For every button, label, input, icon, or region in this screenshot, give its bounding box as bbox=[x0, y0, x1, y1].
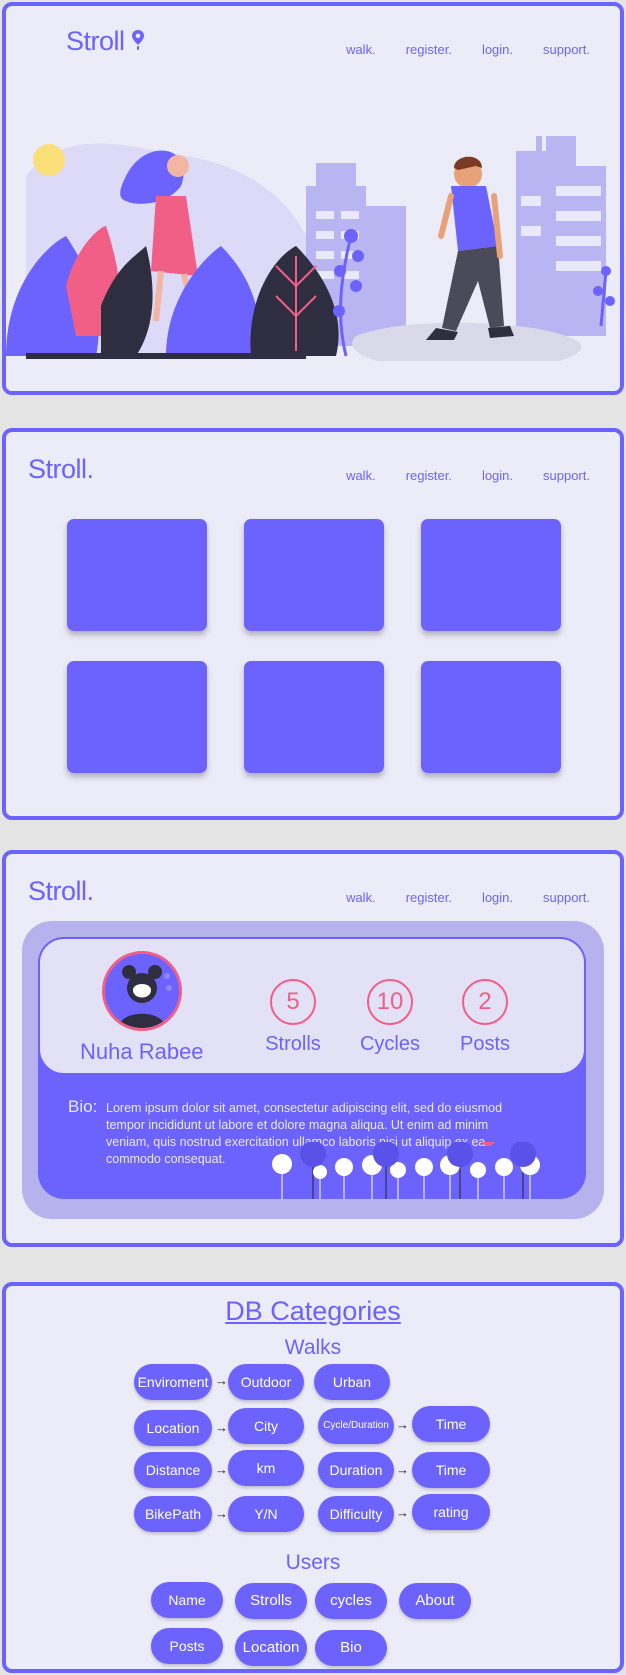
profile-card: Nuha Rabee 5 Strolls 10 Cycles 2 Posts B… bbox=[38, 937, 586, 1199]
pill-city[interactable]: City bbox=[228, 1408, 304, 1444]
nav-register[interactable]: register. bbox=[406, 890, 452, 905]
pill-cycle-duration[interactable]: Cycle/Duration bbox=[318, 1408, 394, 1444]
walk-card[interactable] bbox=[421, 519, 561, 631]
hero-illustration bbox=[6, 136, 620, 391]
nav-register[interactable]: register. bbox=[406, 42, 452, 57]
nav-support[interactable]: support. bbox=[543, 468, 590, 483]
nav-support[interactable]: support. bbox=[543, 42, 590, 57]
logo-text: Stroll bbox=[66, 26, 125, 56]
nav-login[interactable]: login. bbox=[482, 890, 513, 905]
stat-label: Cycles bbox=[359, 1033, 420, 1055]
decorative-trees-illustration bbox=[272, 1142, 540, 1199]
pill-rating[interactable]: rating bbox=[412, 1494, 490, 1530]
top-nav: walk. register. login. support. bbox=[346, 42, 590, 57]
bio-label: Bio: bbox=[68, 1097, 98, 1116]
nav-login[interactable]: login. bbox=[482, 42, 513, 57]
pill-distance[interactable]: Distance bbox=[134, 1452, 212, 1488]
top-nav: walk. register. login. support. bbox=[346, 890, 590, 905]
walk-card[interactable] bbox=[244, 661, 384, 773]
profile-container: Nuha Rabee 5 Strolls 10 Cycles 2 Posts B… bbox=[22, 921, 604, 1219]
nav-login[interactable]: login. bbox=[482, 468, 513, 483]
db-title: DB Categories bbox=[225, 1296, 401, 1326]
arrow-icon: → bbox=[215, 1373, 228, 1388]
arrow-icon: → bbox=[215, 1462, 228, 1477]
location-pin-icon bbox=[131, 30, 144, 50]
pill-name[interactable]: Name bbox=[151, 1582, 223, 1618]
pill-posts[interactable]: Posts bbox=[151, 1628, 223, 1664]
sun-icon bbox=[33, 144, 65, 176]
pill-duration[interactable]: Duration bbox=[318, 1452, 394, 1488]
walk-card[interactable] bbox=[244, 519, 384, 631]
profile-panel: Stroll. walk. register. login. support. bbox=[2, 850, 624, 1247]
walks-title: Walks bbox=[284, 1336, 342, 1359]
stat-posts: 2 Posts bbox=[440, 979, 530, 1056]
pill-difficulty[interactable]: Difficulty bbox=[318, 1496, 394, 1532]
nav-register[interactable]: register. bbox=[406, 468, 452, 483]
arrow-icon: → bbox=[396, 1417, 409, 1432]
pill-time[interactable]: Time bbox=[412, 1452, 490, 1488]
nav-walk[interactable]: walk. bbox=[346, 890, 376, 905]
avatar-person-icon bbox=[105, 954, 179, 1028]
walk-card[interactable] bbox=[67, 519, 207, 631]
pill-km[interactable]: km bbox=[228, 1450, 304, 1486]
pill-cycles[interactable]: cycles bbox=[315, 1583, 387, 1619]
pill-time[interactable]: Time bbox=[412, 1406, 490, 1442]
logo[interactable]: Stroll bbox=[66, 26, 144, 57]
walk-card[interactable] bbox=[421, 661, 561, 773]
nav-support[interactable]: support. bbox=[543, 890, 590, 905]
nav-walk[interactable]: walk. bbox=[346, 468, 376, 483]
pill-enviroment[interactable]: Enviroment bbox=[134, 1364, 212, 1400]
user-name: Nuha Rabee bbox=[80, 1039, 204, 1064]
profile-header: Nuha Rabee 5 Strolls 10 Cycles 2 Posts bbox=[38, 937, 586, 1075]
pill-yn[interactable]: Y/N bbox=[228, 1496, 304, 1532]
pill-outdoor[interactable]: Outdoor bbox=[228, 1364, 304, 1400]
stat-label: Strolls bbox=[265, 1033, 321, 1055]
pill-strolls[interactable]: Strolls bbox=[235, 1583, 307, 1619]
landing-panel: Stroll walk. register. login. support. bbox=[2, 2, 624, 395]
logo[interactable]: Stroll. bbox=[28, 454, 94, 485]
pill-location[interactable]: Location bbox=[134, 1410, 212, 1446]
arrow-icon: → bbox=[396, 1505, 409, 1520]
walk-card[interactable] bbox=[67, 661, 207, 773]
users-title: Users bbox=[285, 1551, 341, 1574]
stat-value: 10 bbox=[367, 979, 413, 1025]
pill-urban[interactable]: Urban bbox=[314, 1364, 390, 1400]
man-walking-figure bbox=[426, 156, 514, 340]
pill-bikepath[interactable]: BikePath bbox=[134, 1496, 212, 1532]
nav-walk[interactable]: walk. bbox=[346, 42, 376, 57]
arrow-icon: → bbox=[215, 1506, 228, 1521]
stat-strolls: 5 Strolls bbox=[248, 979, 338, 1056]
pill-bio[interactable]: Bio bbox=[315, 1630, 387, 1666]
logo[interactable]: Stroll. bbox=[28, 876, 94, 907]
pill-about[interactable]: About bbox=[399, 1583, 471, 1619]
stat-value: 2 bbox=[462, 979, 508, 1025]
stat-value: 5 bbox=[270, 979, 316, 1025]
pill-location[interactable]: Location bbox=[235, 1630, 307, 1666]
avatar[interactable] bbox=[102, 951, 182, 1031]
arrow-icon: → bbox=[215, 1420, 228, 1435]
stat-cycles: 10 Cycles bbox=[345, 979, 435, 1056]
stat-label: Posts bbox=[459, 1033, 511, 1055]
walks-grid-panel: Stroll. walk. register. login. support. bbox=[2, 428, 624, 820]
arrow-icon: → bbox=[396, 1462, 409, 1477]
db-categories-panel: DB Categories Walks Enviroment → Outdoor… bbox=[2, 1282, 624, 1673]
top-nav: walk. register. login. support. bbox=[346, 468, 590, 483]
